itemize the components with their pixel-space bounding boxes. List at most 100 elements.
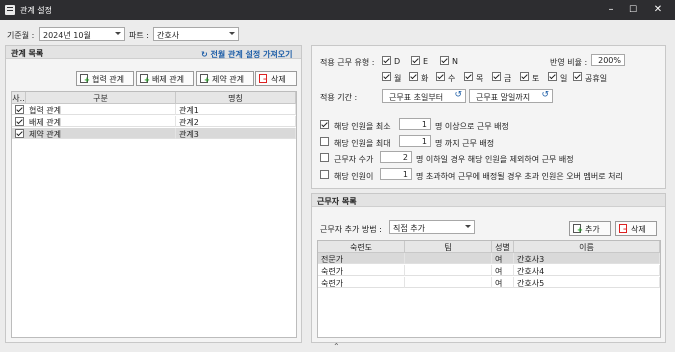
reset-icon[interactable]: ↺: [454, 90, 462, 100]
col-name[interactable]: 명칭: [176, 92, 296, 104]
settings-panel: 적용 근무 유형 : D E N 반영 비율 : 200% 월 화 수 목 금 …: [311, 45, 666, 189]
relations-table: 사.. 구분 명칭 협력 관계 관계1 배제 관계 관계2 제약 관계 관계3: [11, 91, 297, 338]
minimize-button[interactable]: –: [604, 4, 618, 16]
add-worker-label: 추가: [585, 225, 600, 234]
col-gender[interactable]: 성별: [492, 241, 514, 253]
col-skill[interactable]: 숙련도: [318, 241, 405, 253]
table-row-selected[interactable]: 제약 관계 관계3: [12, 128, 296, 139]
reset-icon[interactable]: ↺: [541, 90, 549, 100]
day-checkbox-sun[interactable]: [548, 72, 557, 81]
add-document-icon: [200, 74, 210, 84]
duty-checkbox-e[interactable]: [411, 56, 420, 65]
row-worker-name: 간호사5: [514, 277, 660, 288]
delete-document-icon: [619, 224, 627, 233]
add-exclude-button[interactable]: 배제 관계: [136, 71, 194, 86]
day-sun-label: 일: [560, 74, 568, 83]
part-select[interactable]: 간호사: [153, 27, 239, 41]
collapse-chevron-icon[interactable]: ⌃: [333, 342, 340, 351]
rule4-checkbox[interactable]: [320, 170, 329, 179]
duty-checkbox-n[interactable]: [440, 56, 449, 65]
close-button[interactable]: ✕: [651, 4, 665, 16]
col-worker-name[interactable]: 이름: [514, 241, 660, 253]
add-worker-button[interactable]: 추가: [569, 221, 611, 236]
month-value: 2024년 10월: [43, 31, 91, 40]
rule3-suffix: 명 이하일 경우 해당 인원을 제외하여 근무 배정: [416, 155, 574, 164]
rule1-input[interactable]: 1: [399, 118, 431, 130]
col-team[interactable]: 팀: [405, 241, 492, 253]
row-gender: 여: [492, 277, 514, 288]
method-select[interactable]: 직접 추가: [389, 220, 475, 234]
add-restrict-button[interactable]: 제약 관계: [196, 71, 254, 86]
delete-relation-button[interactable]: 삭제: [255, 71, 297, 86]
period-end-select[interactable]: 근무표 말일까지 ↺: [469, 89, 553, 103]
row-checkbox[interactable]: [15, 117, 24, 126]
day-checkbox-mon[interactable]: [382, 72, 391, 81]
chevron-down-icon: [115, 32, 121, 35]
day-thu-label: 목: [476, 74, 484, 83]
table-row[interactable]: 배제 관계 관계2: [12, 116, 296, 127]
rule2-prefix: 해당 인원을 최대: [334, 139, 391, 148]
table-row-selected[interactable]: 전문가 여 간호사3: [318, 253, 660, 264]
duty-e-label: E: [423, 57, 429, 66]
day-sat-label: 토: [532, 74, 540, 83]
workers-panel: 근무자 목록 근무자 추가 방법 : 직접 추가 추가 삭제 숙련도 팀 성별 …: [311, 193, 666, 343]
row-skill: 전문가: [318, 253, 405, 264]
relations-panel: 관계 목록 ↻ 전월 관계 설정 가져오기 협력 관계 배제 관계 제약 관계 …: [5, 45, 302, 343]
period-label: 적용 기간 :: [320, 93, 358, 102]
maximize-button[interactable]: ☐: [626, 4, 640, 16]
rule1-suffix: 명 이상으로 근무 배정: [435, 122, 509, 131]
table-row[interactable]: 협력 관계 관계1: [12, 104, 296, 115]
ratio-input[interactable]: 200%: [591, 54, 625, 66]
rule2-checkbox[interactable]: [320, 137, 329, 146]
row-worker-name: 간호사3: [514, 253, 660, 264]
day-mon-label: 월: [394, 74, 402, 83]
day-checkbox-tue[interactable]: [409, 72, 418, 81]
row-type: 배제 관계: [26, 116, 176, 127]
rule2-input[interactable]: 1: [399, 135, 431, 147]
row-skill: 숙련가: [318, 277, 405, 288]
delete-document-icon: [259, 74, 267, 83]
day-checkbox-fri[interactable]: [492, 72, 501, 81]
duty-checkbox-d[interactable]: [382, 56, 391, 65]
add-document-icon: [140, 74, 150, 84]
delete-worker-label: 삭제: [631, 225, 646, 234]
part-label: 파트 :: [129, 31, 149, 40]
day-holiday-label: 공휴일: [585, 74, 608, 83]
duty-d-label: D: [394, 57, 401, 66]
workers-table: 숙련도 팀 성별 이름 전문가 여 간호사3 숙련가 여 간호사4 숙련가 여 …: [317, 240, 661, 338]
rule4-prefix: 해당 인원이: [334, 172, 374, 181]
row-name: 관계3: [176, 128, 296, 139]
table-row[interactable]: 숙련가 여 간호사4: [318, 265, 660, 276]
duty-n-label: N: [452, 57, 458, 66]
row-skill: 숙련가: [318, 265, 405, 276]
day-checkbox-wed[interactable]: [436, 72, 445, 81]
add-exclude-label: 배제 관계: [152, 75, 184, 84]
row-checkbox[interactable]: [15, 129, 24, 138]
window-title: 관계 설정: [20, 6, 52, 15]
rule1-checkbox[interactable]: [320, 120, 329, 129]
row-type: 제약 관계: [26, 128, 176, 139]
col-use[interactable]: 사..: [12, 92, 26, 104]
row-team: [405, 277, 492, 288]
row-team: [405, 265, 492, 276]
day-checkbox-holiday[interactable]: [573, 72, 582, 81]
add-cooperate-button[interactable]: 협력 관계: [76, 71, 134, 86]
day-checkbox-thu[interactable]: [464, 72, 473, 81]
refresh-arrow-icon: ↻: [201, 50, 208, 59]
table-row[interactable]: 숙련가 여 간호사5: [318, 277, 660, 288]
period-end-value: 근무표 말일까지: [476, 93, 531, 102]
method-value: 직접 추가: [393, 224, 425, 233]
day-checkbox-sat[interactable]: [520, 72, 529, 81]
row-checkbox[interactable]: [15, 105, 24, 114]
rule3-checkbox[interactable]: [320, 153, 329, 162]
col-type[interactable]: 구분: [26, 92, 176, 104]
rule3-input[interactable]: 2: [380, 151, 412, 163]
day-tue-label: 화: [421, 74, 429, 83]
rule4-input[interactable]: 1: [380, 168, 412, 180]
rule4-suffix: 명 초과하여 근무에 배정될 경우 초과 인원은 오버 멤버로 처리: [416, 172, 623, 181]
delete-worker-button[interactable]: 삭제: [615, 221, 657, 236]
period-start-select[interactable]: 근무표 초일부터 ↺: [382, 89, 466, 103]
period-start-value: 근무표 초일부터: [389, 93, 444, 102]
import-previous-link[interactable]: ↻ 전월 관계 설정 가져오기: [201, 49, 292, 60]
month-select[interactable]: 2024년 10월: [39, 27, 125, 41]
